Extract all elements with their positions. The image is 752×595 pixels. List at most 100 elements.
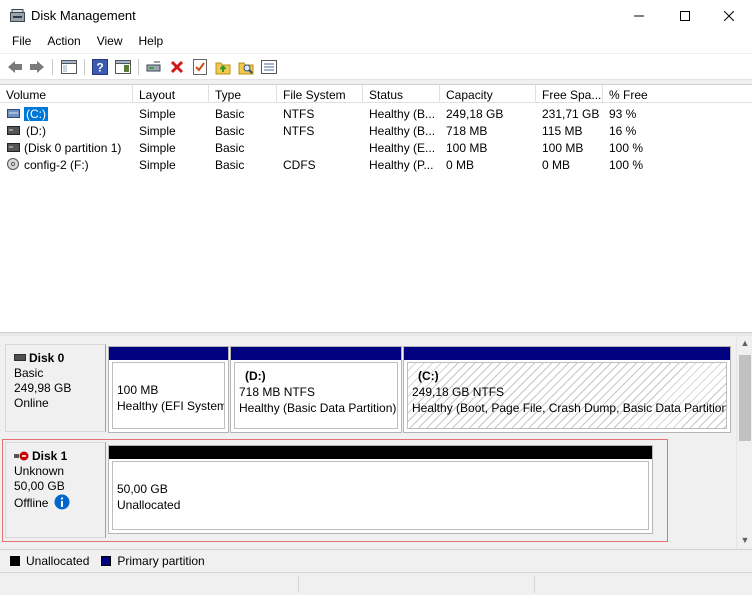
capacity-cell: 249,18 GB	[446, 107, 504, 121]
maximize-button[interactable]	[662, 0, 708, 31]
partition-efi[interactable]: 100 MB Healthy (EFI System	[108, 346, 229, 433]
toolbar: ?	[0, 54, 752, 80]
status-cell: Healthy (E...	[369, 141, 436, 155]
status-segment	[298, 576, 299, 593]
partition-bar	[109, 446, 652, 459]
legend-label: Primary partition	[117, 554, 205, 568]
forward-arrow-icon[interactable]	[28, 58, 46, 76]
disk-icon	[14, 354, 26, 361]
layout-cell: Simple	[139, 158, 176, 172]
column-header-status[interactable]: Status	[363, 85, 440, 103]
status-bar	[0, 572, 752, 595]
table-row[interactable]: (D:) Simple Basic NTFS Healthy (B... 718…	[0, 122, 752, 139]
table-row[interactable]: (Disk 0 partition 1) Simple Basic Health…	[0, 139, 752, 156]
disk-kind: Basic	[14, 366, 44, 380]
file-system-cell: NTFS	[283, 124, 315, 138]
console-tree-icon[interactable]	[60, 58, 78, 76]
scroll-up-icon[interactable]: ▲	[737, 338, 752, 348]
table-row[interactable]: config-2 (F:) Simple Basic CDFS Healthy …	[0, 156, 752, 173]
menu-view[interactable]: View	[89, 31, 131, 53]
layout-cell: Simple	[139, 107, 176, 121]
help-icon[interactable]: ?	[91, 58, 109, 76]
column-header-type[interactable]: Type	[209, 85, 277, 103]
column-header-layout[interactable]: Layout	[133, 85, 209, 103]
close-button[interactable]	[706, 0, 752, 31]
volume-icon	[7, 143, 20, 152]
menu-help[interactable]: Help	[131, 31, 172, 53]
disk-state: Online	[14, 396, 49, 410]
scroll-down-icon[interactable]: ▼	[737, 535, 752, 545]
volume-icon	[7, 109, 20, 118]
partition-status: Healthy (Boot, Page File, Crash Dump, Ba…	[412, 401, 727, 415]
disk-name: Disk 1	[32, 449, 68, 463]
volume-name: (Disk 0 partition 1)	[24, 141, 122, 155]
show-hide-icon[interactable]	[114, 58, 132, 76]
partition-status: Healthy (Basic Data Partition)	[239, 401, 397, 415]
scrollbar-thumb[interactable]	[739, 355, 751, 441]
disk-state: Offline	[14, 496, 49, 510]
disk-1-label[interactable]: Disk 1 Unknown 50,00 GB Offline	[5, 442, 106, 538]
table-row[interactable]: (C:) Simple Basic NTFS Healthy (B... 249…	[0, 105, 752, 122]
partition-size: 50,00 GB	[117, 482, 168, 496]
minimize-icon	[634, 15, 644, 16]
column-header-free-space[interactable]: Free Spa...	[536, 85, 603, 103]
partition-bar	[109, 347, 228, 360]
disk-name: Disk 0	[29, 351, 65, 365]
status-cell: Healthy (B...	[369, 107, 436, 121]
partition-size: 718 MB NTFS	[239, 385, 316, 399]
minimize-button[interactable]	[616, 0, 662, 31]
open-folder-up-icon[interactable]	[214, 58, 232, 76]
menu-action[interactable]: Action	[39, 31, 88, 53]
partition-c[interactable]: (C:) 249,18 GB NTFS Healthy (Boot, Page …	[403, 346, 731, 433]
partition-d[interactable]: (D:) 718 MB NTFS Healthy (Basic Data Par…	[230, 346, 402, 433]
disk-view-scrollbar[interactable]: ▲ ▼	[736, 336, 752, 549]
layout-cell: Simple	[139, 124, 176, 138]
type-cell: Basic	[215, 158, 245, 172]
partition-size: 100 MB	[117, 383, 159, 397]
status-cell: Healthy (B...	[369, 124, 436, 138]
menu-file[interactable]: File	[4, 31, 39, 53]
close-icon	[724, 10, 734, 21]
disk-management-app-icon	[10, 9, 25, 22]
free-space-cell: 231,71 GB	[542, 107, 600, 121]
unallocated-space[interactable]: 50,00 GB Unallocated	[108, 445, 653, 534]
column-header-volume[interactable]: Volume	[0, 85, 133, 103]
percent-free-cell: 100 %	[609, 141, 644, 155]
disk-size: 249,98 GB	[14, 381, 72, 395]
back-arrow-icon[interactable]	[6, 58, 24, 76]
properties-check-icon[interactable]	[191, 58, 209, 76]
info-icon[interactable]	[54, 494, 70, 510]
type-cell: Basic	[215, 124, 245, 138]
connect-disk-icon[interactable]	[145, 58, 163, 76]
percent-free-cell: 16 %	[609, 124, 637, 138]
menu-bar: File Action View Help	[0, 31, 752, 53]
volume-name: (C:)	[24, 107, 48, 121]
percent-free-cell: 100 %	[609, 158, 644, 172]
free-space-cell: 115 MB	[542, 124, 583, 138]
partition-label: (D:)	[245, 369, 266, 383]
capacity-cell: 100 MB	[446, 141, 488, 155]
volume-list: Volume Layout Type File System Status Ca…	[0, 84, 752, 332]
status-segment	[534, 576, 535, 593]
legend: Unallocated Primary partition	[0, 549, 752, 572]
type-cell: Basic	[215, 141, 245, 155]
delete-icon[interactable]	[168, 58, 186, 76]
file-system-cell: CDFS	[283, 158, 316, 172]
column-header-file-system[interactable]: File System	[277, 85, 363, 103]
free-space-cell: 0 MB	[542, 158, 571, 172]
partition-label: (C:)	[418, 369, 439, 383]
window-title: Disk Management	[31, 8, 136, 23]
search-folder-icon[interactable]	[237, 58, 255, 76]
partition-bar	[231, 347, 401, 360]
legend-label: Unallocated	[26, 554, 90, 568]
legend-swatch	[101, 556, 112, 566]
layout-cell: Simple	[139, 141, 176, 155]
legend-entry-primary: Primary partition	[101, 554, 205, 568]
legend-swatch	[10, 556, 20, 566]
disk-0-label[interactable]: Disk 0 Basic 249,98 GB Online	[5, 344, 106, 432]
column-header-capacity[interactable]: Capacity	[440, 85, 536, 103]
legend-entry-unallocated: Unallocated	[10, 554, 89, 568]
partition-bar	[404, 347, 730, 360]
list-view-icon[interactable]	[260, 58, 278, 76]
column-header-percent-free[interactable]: % Free	[603, 85, 752, 103]
